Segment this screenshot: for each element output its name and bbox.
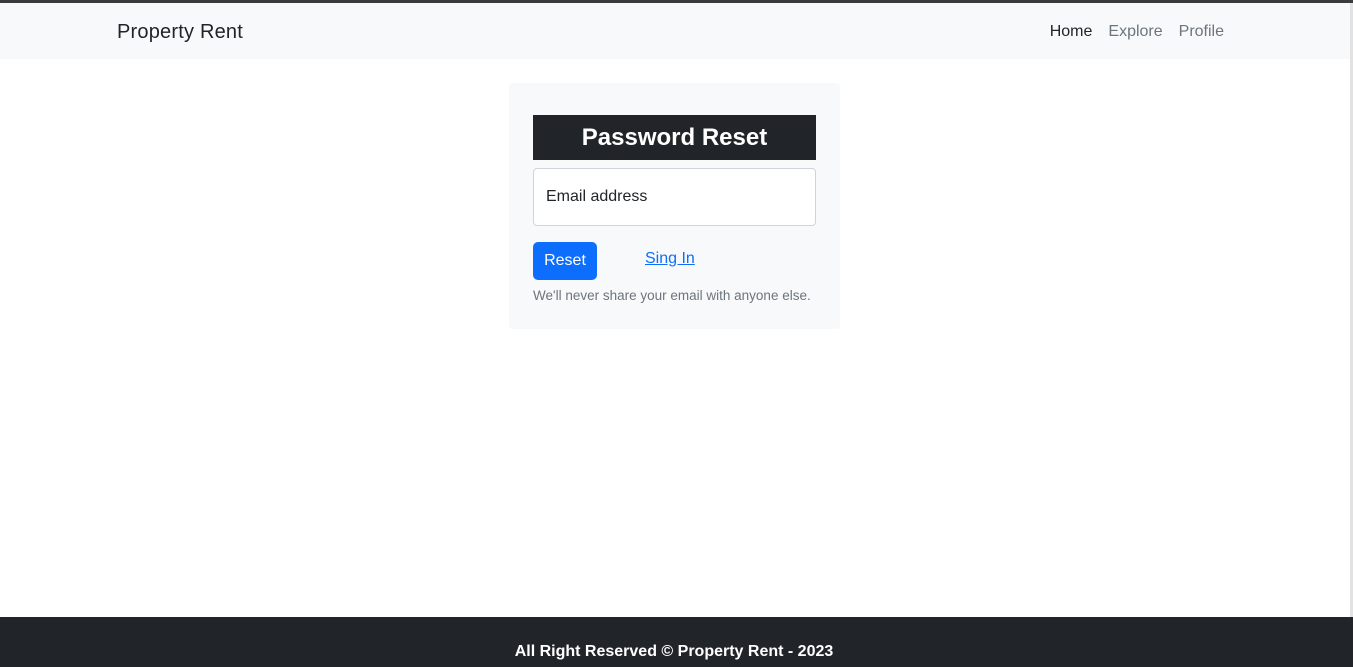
nav-link-explore[interactable]: Explore	[1108, 23, 1162, 41]
reset-button[interactable]: Reset	[533, 242, 597, 280]
nav-link-profile[interactable]: Profile	[1179, 23, 1224, 41]
footer-copyright: All Right Reserved © Property Rent - 202…	[514, 643, 834, 660]
password-reset-card: Password Reset Reset Sing In We'll never…	[509, 83, 840, 329]
email-input[interactable]	[533, 168, 816, 226]
nav-link-home[interactable]: Home	[1050, 23, 1093, 41]
navbar: Property Rent Home Explore Profile	[0, 3, 1350, 59]
footer: All Right Reserved © Property Rent - 202…	[0, 617, 1353, 667]
brand-logo[interactable]: Property Rent	[117, 21, 243, 44]
email-help-text: We'll never share your email with anyone…	[533, 288, 811, 303]
nav-links: Home Explore Profile	[1050, 23, 1224, 41]
sign-in-link[interactable]: Sing In	[645, 250, 695, 268]
page-title: Password Reset	[533, 115, 816, 160]
